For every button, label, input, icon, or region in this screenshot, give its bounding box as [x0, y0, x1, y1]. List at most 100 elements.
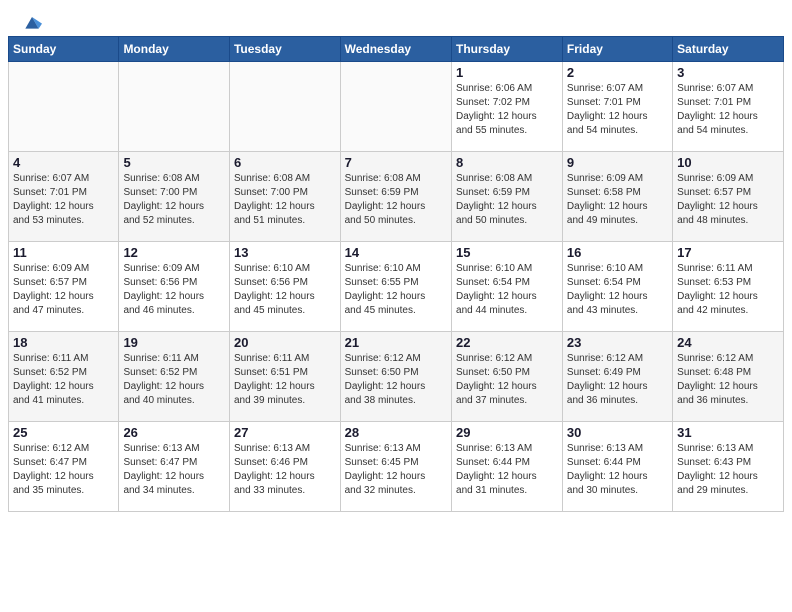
- calendar-cell: 25 Sunrise: 6:12 AM Sunset: 6:47 PM Dayli…: [9, 422, 119, 512]
- calendar-wrapper: Sunday Monday Tuesday Wednesday Thursday…: [0, 36, 792, 520]
- day-info: Sunrise: 6:08 AM Sunset: 6:59 PM Dayligh…: [456, 172, 558, 228]
- day-info: Sunrise: 6:13 AM Sunset: 6:43 PM Dayligh…: [677, 442, 779, 498]
- day-info: Sunrise: 6:11 AM Sunset: 6:51 PM Dayligh…: [234, 352, 336, 408]
- day-info: Sunrise: 6:07 AM Sunset: 7:01 PM Dayligh…: [13, 172, 114, 228]
- calendar-cell: 26 Sunrise: 6:13 AM Sunset: 6:47 PM Dayli…: [119, 422, 230, 512]
- day-number: 9: [567, 155, 668, 170]
- day-info: Sunrise: 6:10 AM Sunset: 6:54 PM Dayligh…: [567, 262, 668, 318]
- day-info: Sunrise: 6:12 AM Sunset: 6:49 PM Dayligh…: [567, 352, 668, 408]
- day-info: Sunrise: 6:13 AM Sunset: 6:47 PM Dayligh…: [123, 442, 225, 498]
- header-sunday: Sunday: [9, 37, 119, 62]
- header-saturday: Saturday: [673, 37, 784, 62]
- calendar-cell: 5 Sunrise: 6:08 AM Sunset: 7:00 PM Daylig…: [119, 152, 230, 242]
- calendar-week-row: 25 Sunrise: 6:12 AM Sunset: 6:47 PM Dayli…: [9, 422, 784, 512]
- day-info: Sunrise: 6:11 AM Sunset: 6:53 PM Dayligh…: [677, 262, 779, 318]
- calendar-cell: 11 Sunrise: 6:09 AM Sunset: 6:57 PM Dayli…: [9, 242, 119, 332]
- day-number: 25: [13, 425, 114, 440]
- day-number: 3: [677, 65, 779, 80]
- calendar-cell: 6Sunrise: 6:08 AM Sunset: 7:00 PM Daylig…: [229, 152, 340, 242]
- calendar-body: 1 Sunrise: 6:06 AM Sunset: 7:02 PM Daylig…: [9, 62, 784, 512]
- calendar-cell: 22 Sunrise: 6:12 AM Sunset: 6:50 PM Dayli…: [452, 332, 563, 422]
- day-info: Sunrise: 6:10 AM Sunset: 6:54 PM Dayligh…: [456, 262, 558, 318]
- day-info: Sunrise: 6:08 AM Sunset: 6:59 PM Dayligh…: [345, 172, 447, 228]
- day-number: 30: [567, 425, 668, 440]
- calendar-cell: 3Sunrise: 6:07 AM Sunset: 7:01 PM Daylig…: [673, 62, 784, 152]
- day-info: Sunrise: 6:12 AM Sunset: 6:50 PM Dayligh…: [456, 352, 558, 408]
- day-info: Sunrise: 6:09 AM Sunset: 6:57 PM Dayligh…: [677, 172, 779, 228]
- day-info: Sunrise: 6:11 AM Sunset: 6:52 PM Dayligh…: [123, 352, 225, 408]
- page-header: [0, 0, 792, 36]
- calendar-week-row: 1 Sunrise: 6:06 AM Sunset: 7:02 PM Daylig…: [9, 62, 784, 152]
- day-number: 12: [123, 245, 225, 260]
- day-info: Sunrise: 6:08 AM Sunset: 7:00 PM Dayligh…: [123, 172, 225, 228]
- day-number: 23: [567, 335, 668, 350]
- day-info: Sunrise: 6:13 AM Sunset: 6:46 PM Dayligh…: [234, 442, 336, 498]
- logo: [20, 14, 42, 32]
- calendar-cell: 17Sunrise: 6:11 AM Sunset: 6:53 PM Dayli…: [673, 242, 784, 332]
- day-number: 31: [677, 425, 779, 440]
- day-info: Sunrise: 6:11 AM Sunset: 6:52 PM Dayligh…: [13, 352, 114, 408]
- calendar-cell: 12 Sunrise: 6:09 AM Sunset: 6:56 PM Dayli…: [119, 242, 230, 332]
- calendar-cell: 18 Sunrise: 6:11 AM Sunset: 6:52 PM Dayli…: [9, 332, 119, 422]
- header-monday: Monday: [119, 37, 230, 62]
- calendar-cell: 29Sunrise: 6:13 AM Sunset: 6:44 PM Dayli…: [452, 422, 563, 512]
- day-info: Sunrise: 6:09 AM Sunset: 6:57 PM Dayligh…: [13, 262, 114, 318]
- day-info: Sunrise: 6:13 AM Sunset: 6:44 PM Dayligh…: [456, 442, 558, 498]
- day-info: Sunrise: 6:10 AM Sunset: 6:55 PM Dayligh…: [345, 262, 447, 318]
- day-info: Sunrise: 6:12 AM Sunset: 6:48 PM Dayligh…: [677, 352, 779, 408]
- day-number: 4: [13, 155, 114, 170]
- calendar-table: Sunday Monday Tuesday Wednesday Thursday…: [8, 36, 784, 512]
- calendar-cell: [9, 62, 119, 152]
- calendar-cell: [119, 62, 230, 152]
- day-number: 22: [456, 335, 558, 350]
- day-info: Sunrise: 6:08 AM Sunset: 7:00 PM Dayligh…: [234, 172, 336, 228]
- calendar-cell: 9 Sunrise: 6:09 AM Sunset: 6:58 PM Daylig…: [562, 152, 672, 242]
- day-number: 18: [13, 335, 114, 350]
- day-number: 8: [456, 155, 558, 170]
- calendar-cell: 13 Sunrise: 6:10 AM Sunset: 6:56 PM Dayli…: [229, 242, 340, 332]
- calendar-cell: 10Sunrise: 6:09 AM Sunset: 6:57 PM Dayli…: [673, 152, 784, 242]
- day-info: Sunrise: 6:12 AM Sunset: 6:47 PM Dayligh…: [13, 442, 114, 498]
- calendar-cell: 21Sunrise: 6:12 AM Sunset: 6:50 PM Dayli…: [340, 332, 451, 422]
- header-friday: Friday: [562, 37, 672, 62]
- day-number: 14: [345, 245, 447, 260]
- day-number: 27: [234, 425, 336, 440]
- day-number: 16: [567, 245, 668, 260]
- day-number: 28: [345, 425, 447, 440]
- day-number: 2: [567, 65, 668, 80]
- calendar-cell: 15 Sunrise: 6:10 AM Sunset: 6:54 PM Dayli…: [452, 242, 563, 332]
- calendar-cell: 30Sunrise: 6:13 AM Sunset: 6:44 PM Dayli…: [562, 422, 672, 512]
- header-tuesday: Tuesday: [229, 37, 340, 62]
- calendar-cell: 16 Sunrise: 6:10 AM Sunset: 6:54 PM Dayli…: [562, 242, 672, 332]
- day-number: 15: [456, 245, 558, 260]
- calendar-cell: 7 Sunrise: 6:08 AM Sunset: 6:59 PM Daylig…: [340, 152, 451, 242]
- day-number: 7: [345, 155, 447, 170]
- day-info: Sunrise: 6:12 AM Sunset: 6:50 PM Dayligh…: [345, 352, 447, 408]
- day-info: Sunrise: 6:09 AM Sunset: 6:58 PM Dayligh…: [567, 172, 668, 228]
- calendar-cell: 28 Sunrise: 6:13 AM Sunset: 6:45 PM Dayli…: [340, 422, 451, 512]
- header-wednesday: Wednesday: [340, 37, 451, 62]
- day-number: 11: [13, 245, 114, 260]
- day-number: 1: [456, 65, 558, 80]
- calendar-header-row: Sunday Monday Tuesday Wednesday Thursday…: [9, 37, 784, 62]
- day-number: 24: [677, 335, 779, 350]
- calendar-cell: 20Sunrise: 6:11 AM Sunset: 6:51 PM Dayli…: [229, 332, 340, 422]
- day-number: 13: [234, 245, 336, 260]
- day-number: 5: [123, 155, 225, 170]
- calendar-week-row: 18 Sunrise: 6:11 AM Sunset: 6:52 PM Dayli…: [9, 332, 784, 422]
- calendar-cell: [340, 62, 451, 152]
- calendar-cell: 4 Sunrise: 6:07 AM Sunset: 7:01 PM Daylig…: [9, 152, 119, 242]
- day-info: Sunrise: 6:13 AM Sunset: 6:45 PM Dayligh…: [345, 442, 447, 498]
- calendar-cell: 24 Sunrise: 6:12 AM Sunset: 6:48 PM Dayli…: [673, 332, 784, 422]
- day-info: Sunrise: 6:10 AM Sunset: 6:56 PM Dayligh…: [234, 262, 336, 318]
- day-info: Sunrise: 6:09 AM Sunset: 6:56 PM Dayligh…: [123, 262, 225, 318]
- header-thursday: Thursday: [452, 37, 563, 62]
- day-number: 19: [123, 335, 225, 350]
- calendar-cell: 14 Sunrise: 6:10 AM Sunset: 6:55 PM Dayli…: [340, 242, 451, 332]
- calendar-cell: 23 Sunrise: 6:12 AM Sunset: 6:49 PM Dayli…: [562, 332, 672, 422]
- calendar-cell: 31 Sunrise: 6:13 AM Sunset: 6:43 PM Dayli…: [673, 422, 784, 512]
- day-number: 26: [123, 425, 225, 440]
- day-info: Sunrise: 6:06 AM Sunset: 7:02 PM Dayligh…: [456, 82, 558, 138]
- calendar-cell: 2Sunrise: 6:07 AM Sunset: 7:01 PM Daylig…: [562, 62, 672, 152]
- logo-icon: [22, 12, 42, 32]
